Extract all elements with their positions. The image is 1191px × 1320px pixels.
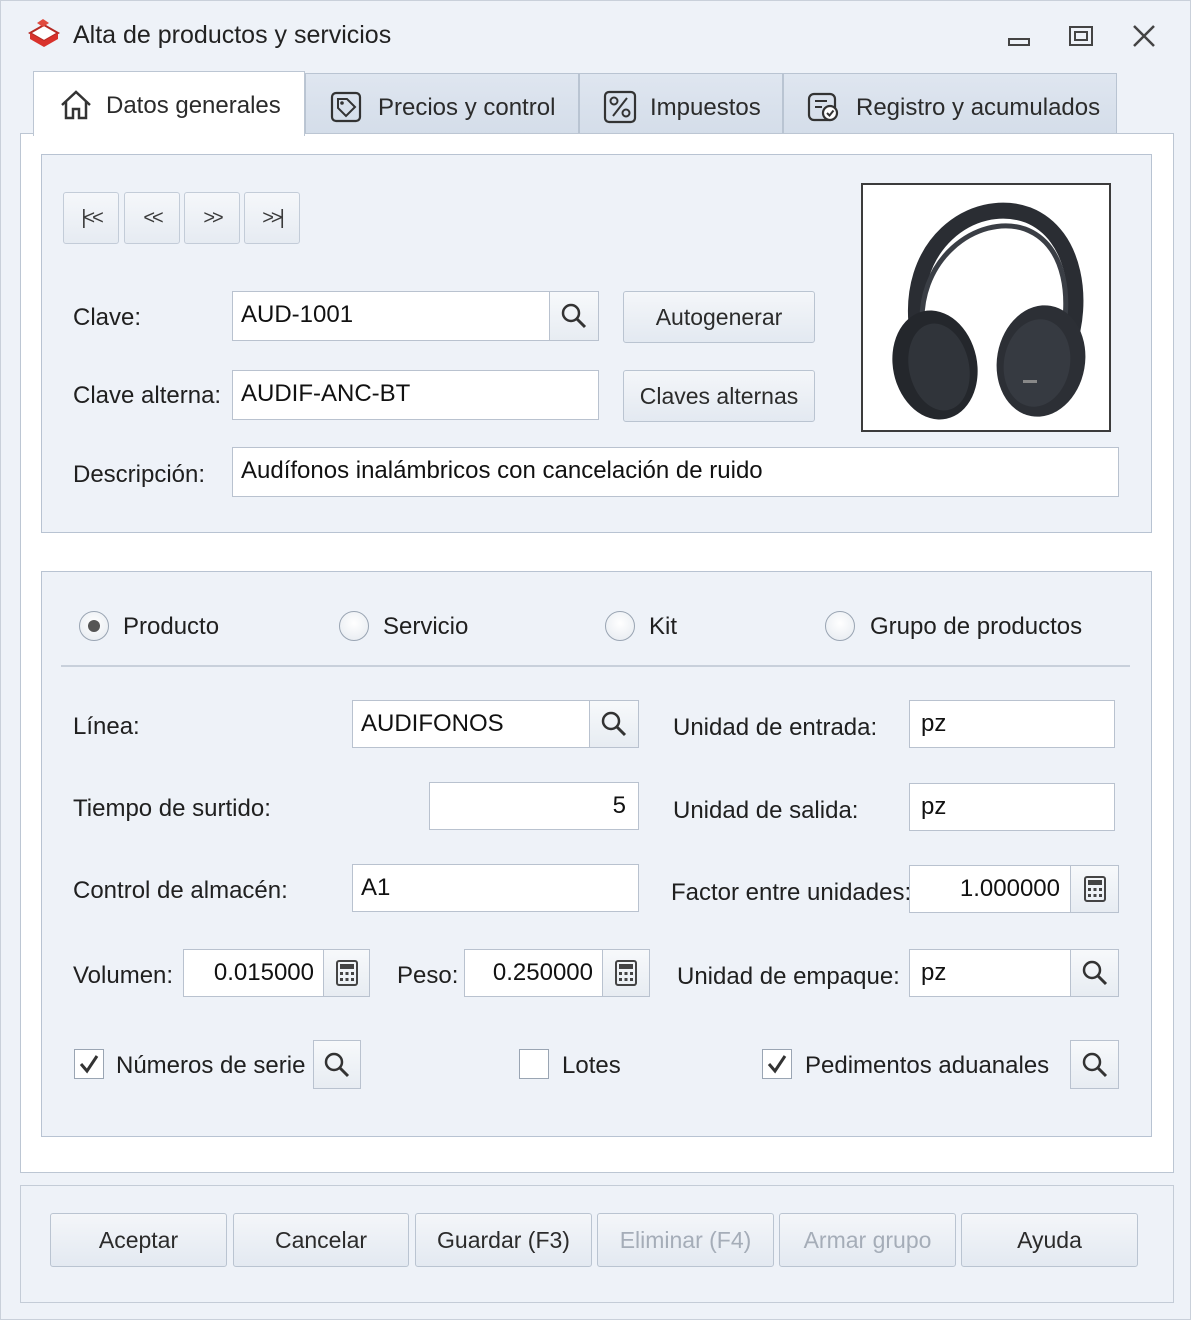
checkmark-icon [79,1055,99,1074]
headphones-image [892,202,1086,420]
eliminar-button[interactable]: Eliminar (F4) [597,1213,774,1267]
radio-producto[interactable] [79,611,109,641]
product-form-window: Alta de productos y servicios Datos gene… [0,0,1191,1320]
previous-record-icon: << [143,207,163,229]
peso-input[interactable]: 0.250000 [464,949,606,997]
last-record-button[interactable]: >>| [244,192,300,244]
guardar-button[interactable]: Guardar (F3) [415,1213,592,1267]
factor-calculator-button[interactable] [1070,865,1119,913]
autogenerar-button[interactable]: Autogenerar [623,291,815,343]
tab-datos-generales[interactable]: Datos generales [33,71,305,136]
aceptar-button[interactable]: Aceptar [50,1213,227,1267]
pedimentos-label: Pedimentos aduanales [805,1052,1050,1079]
close-icon[interactable] [1124,19,1164,55]
radio-kit-label: Kit [649,613,678,640]
window-title: Alta de productos y servicios [73,21,392,49]
unidad-salida-label: Unidad de salida: [673,797,859,824]
next-record-icon: >> [203,207,223,229]
last-record-icon: >>| [262,207,284,229]
linea-search-button[interactable] [589,700,639,748]
unidad-entrada-input[interactable]: pz [909,700,1115,748]
numeros-serie-label: Números de serie [116,1052,306,1079]
unidad-empaque-search-button[interactable] [1070,949,1119,997]
control-almacen-label: Control de almacén: [73,877,288,904]
percent-icon [602,89,638,125]
radio-grupo-productos[interactable] [825,611,855,641]
lotes-label: Lotes [562,1052,621,1079]
first-record-button[interactable]: |<< [63,192,119,244]
tiempo-surtido-label: Tiempo de surtido: [73,795,271,822]
search-icon [561,303,587,329]
clave-input[interactable]: AUD-1001 [232,291,552,341]
clave-alterna-label: Clave alterna: [73,382,222,409]
unidad-empaque-input[interactable]: pz [909,949,1073,997]
maximize-icon[interactable] [1061,19,1101,55]
volumen-label: Volumen: [73,962,174,989]
checkmark-icon [767,1055,787,1074]
radio-producto-label: Producto [123,613,220,640]
divider [61,665,1130,667]
peso-label: Peso: [397,962,459,989]
descripcion-label: Descripción: [73,461,206,488]
clave-alterna-input[interactable]: AUDIF-ANC-BT [232,370,599,420]
descripcion-input[interactable]: Audífonos inalámbricos con cancelación d… [232,447,1119,497]
linea-input[interactable]: AUDIFONOS [352,700,592,748]
unidad-empaque-label: Unidad de empaque: [677,963,900,990]
pedimentos-checkbox[interactable] [762,1049,792,1079]
price-tag-icon [328,89,364,125]
calculator-icon [1083,876,1106,902]
tab-precios-control[interactable]: Precios y control [305,73,579,135]
cancelar-button[interactable]: Cancelar [233,1213,409,1267]
control-almacen-input[interactable]: A1 [352,864,639,912]
radio-servicio[interactable] [339,611,369,641]
volumen-input[interactable]: 0.015000 [183,949,327,997]
radio-servicio-label: Servicio [383,613,469,640]
pedimentos-search-button[interactable] [1070,1040,1119,1089]
search-icon [324,1052,350,1077]
factor-unidades-input[interactable]: 1.000000 [909,865,1073,913]
search-icon [1082,960,1107,986]
peso-calculator-button[interactable] [602,949,650,997]
tab-registro-acumulados[interactable]: Registro y acumulados [783,73,1117,135]
search-icon [1082,1052,1107,1077]
tab-label: Precios y control [378,94,556,121]
register-icon [806,89,842,125]
claves-alternas-button[interactable]: Claves alternas [623,370,815,422]
lotes-checkbox[interactable] [519,1049,549,1079]
calculator-icon [335,960,358,986]
tiempo-surtido-input[interactable]: 5 [429,782,639,830]
volumen-calculator-button[interactable] [323,949,370,997]
ayuda-button[interactable]: Ayuda [961,1213,1138,1267]
unidad-entrada-label: Unidad de entrada: [673,714,878,741]
tab-label: Datos generales [106,92,281,119]
unidad-salida-input[interactable]: pz [909,783,1115,831]
linea-label: Línea: [73,713,140,740]
tab-label: Impuestos [650,94,761,121]
previous-record-button[interactable]: << [124,192,180,244]
radio-kit[interactable] [605,611,635,641]
tab-label: Registro y acumulados [856,94,1101,121]
search-icon [601,711,627,737]
clave-search-button[interactable] [549,291,599,341]
product-photo[interactable] [861,183,1111,432]
radio-grupo-productos-label: Grupo de productos [870,613,1083,640]
app-logo-icon [27,17,61,51]
next-record-button[interactable]: >> [184,192,240,244]
home-icon [58,87,94,123]
title-bar: Alta de productos y servicios [1,1,1190,71]
tab-impuestos[interactable]: Impuestos [579,73,783,135]
numeros-serie-checkbox[interactable] [74,1049,104,1079]
minimize-icon[interactable] [999,19,1039,55]
armar-grupo-button[interactable]: Armar grupo [779,1213,956,1267]
first-record-icon: |<< [81,207,103,229]
clave-label: Clave: [73,304,142,331]
numeros-serie-search-button[interactable] [313,1040,361,1089]
factor-unidades-label: Factor entre unidades: [671,879,912,906]
calculator-icon [615,960,637,986]
